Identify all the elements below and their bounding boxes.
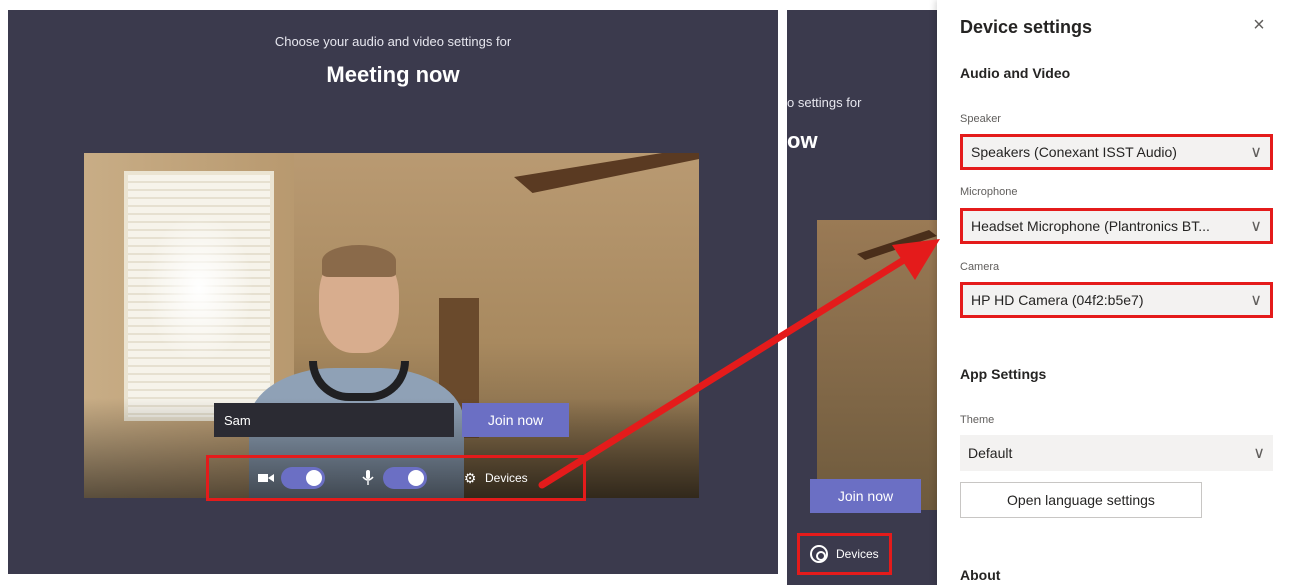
app-settings-heading: App Settings xyxy=(960,366,1047,382)
camera-icon xyxy=(257,472,275,484)
gear-icon[interactable]: ⚙ xyxy=(461,470,479,487)
theme-select[interactable]: Default ∨ xyxy=(960,435,1273,471)
device-settings-panel: Device settings × Audio and Video Speake… xyxy=(937,0,1297,585)
display-name-input[interactable] xyxy=(214,403,454,437)
microphone-select[interactable]: Headset Microphone (Plantronics BT... ∨ xyxy=(960,208,1273,244)
chevron-down-icon: ∨ xyxy=(1250,292,1262,309)
annotation-arrow xyxy=(538,239,940,489)
gear-icon xyxy=(810,545,828,563)
close-icon[interactable]: × xyxy=(1249,14,1269,37)
theme-label: Theme xyxy=(960,414,995,426)
speaker-select[interactable]: Speakers (Conexant ISST Audio) ∨ xyxy=(960,134,1273,170)
preview-person-hair xyxy=(322,245,396,277)
preview-ceiling-fan xyxy=(514,153,699,193)
chevron-down-icon: ∨ xyxy=(1253,445,1265,462)
prejoin-subtitle-partial: o settings for xyxy=(787,95,862,110)
theme-select-value: Default xyxy=(968,445,1013,461)
camera-toggle[interactable] xyxy=(281,467,325,489)
microphone-icon xyxy=(359,470,377,486)
microphone-select-value: Headset Microphone (Plantronics BT... xyxy=(971,218,1210,234)
camera-label: Camera xyxy=(960,261,1000,273)
microphone-toggle[interactable] xyxy=(383,467,427,489)
devices-label-right: Devices xyxy=(836,547,879,561)
camera-select[interactable]: HP HD Camera (04f2:b5e7) ∨ xyxy=(960,282,1273,318)
preview-window-glow xyxy=(144,213,254,363)
open-language-settings-button[interactable]: Open language settings xyxy=(960,482,1202,518)
meeting-title-partial: ow xyxy=(787,128,818,153)
meeting-title: Meeting now xyxy=(326,62,460,87)
speaker-label: Speaker xyxy=(960,113,1001,125)
chevron-down-icon: ∨ xyxy=(1250,144,1262,161)
devices-button-right[interactable]: Devices xyxy=(797,533,892,575)
speaker-select-value: Speakers (Conexant ISST Audio) xyxy=(971,144,1177,160)
prejoin-subtitle: Choose your audio and video settings for xyxy=(274,34,512,49)
microphone-label: Microphone xyxy=(960,186,1018,198)
device-settings-title: Device settings xyxy=(960,17,1093,37)
about-heading: About xyxy=(960,567,1001,583)
audio-video-heading: Audio and Video xyxy=(960,65,1071,81)
camera-select-value: HP HD Camera (04f2:b5e7) xyxy=(971,292,1144,308)
chevron-down-icon: ∨ xyxy=(1250,218,1262,235)
